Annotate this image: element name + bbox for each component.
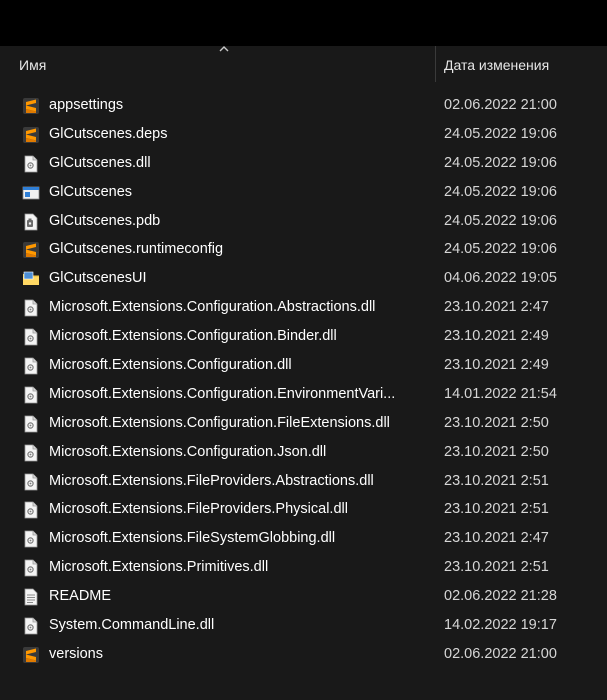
file-date-modified: 02.06.2022 21:00 [444, 645, 557, 662]
file-date-modified: 23.10.2021 2:50 [444, 414, 549, 431]
sublime-icon [22, 97, 40, 115]
sublime-icon [22, 646, 40, 664]
file-date-modified: 24.05.2022 19:06 [444, 241, 557, 258]
file-explorer: Имя Дата изменения appsettings 02.06.2022… [0, 46, 607, 700]
text-file-icon [22, 588, 40, 606]
file-row[interactable]: appsettings 02.06.2022 21:00 [0, 91, 607, 120]
file-date-modified: 24.05.2022 19:06 [444, 183, 557, 200]
file-name: Microsoft.Extensions.Configuration.Envir… [49, 385, 396, 402]
dll-icon [22, 386, 40, 404]
dll-icon [22, 299, 40, 317]
file-row[interactable]: GlCutscenes.pdb 24.05.2022 19:06 [0, 207, 607, 236]
file-row[interactable]: Microsoft.Extensions.Configuration.Abstr… [0, 293, 607, 322]
file-date-modified: 04.06.2022 19:05 [444, 270, 557, 287]
file-row[interactable]: Microsoft.Extensions.Configuration.dll 23… [0, 351, 607, 380]
column-header-name[interactable]: Имя [19, 57, 46, 73]
file-date-modified: 23.10.2021 2:47 [444, 530, 549, 547]
file-name: GlCutscenes [49, 183, 133, 200]
dll-icon [22, 530, 40, 548]
file-date-modified: 23.10.2021 2:47 [444, 299, 549, 316]
file-name: GlCutscenes.runtimeconfig [49, 241, 224, 258]
file-list: appsettings 02.06.2022 21:00 GlCutscenes.… [0, 91, 607, 669]
dll-icon [22, 473, 40, 491]
file-name: README [49, 588, 112, 605]
file-date-modified: 23.10.2021 2:51 [444, 501, 549, 518]
file-row[interactable]: GlCutscenesUI 04.06.2022 19:05 [0, 264, 607, 293]
file-name: Microsoft.Extensions.Primitives.dll [49, 559, 269, 576]
app-folder-icon [22, 270, 40, 288]
file-date-modified: 02.06.2022 21:28 [444, 588, 557, 605]
sublime-icon [22, 126, 40, 144]
dll-icon [22, 357, 40, 375]
file-row[interactable]: Microsoft.Extensions.Configuration.Binde… [0, 322, 607, 351]
column-separator[interactable] [435, 46, 436, 82]
dll-icon [22, 559, 40, 577]
file-row[interactable]: GlCutscenes.dll 24.05.2022 19:06 [0, 149, 607, 178]
file-name: Microsoft.Extensions.FileProviders.Physi… [49, 501, 348, 518]
file-name: GlCutscenesUI [49, 270, 147, 287]
file-date-modified: 23.10.2021 2:49 [444, 357, 549, 374]
file-name: appsettings [49, 97, 124, 113]
file-date-modified: 24.05.2022 19:06 [444, 154, 557, 171]
file-name: Microsoft.Extensions.Configuration.dll [49, 357, 292, 374]
file-name: Microsoft.Extensions.Configuration.Json.… [49, 443, 327, 460]
file-date-modified: 14.02.2022 19:17 [444, 617, 557, 634]
file-row[interactable]: Microsoft.Extensions.Configuration.FileE… [0, 409, 607, 438]
file-row[interactable]: Microsoft.Extensions.Configuration.Envir… [0, 380, 607, 409]
file-name: Microsoft.Extensions.Configuration.Abstr… [49, 299, 376, 316]
file-row[interactable]: GlCutscenes.runtimeconfig 24.05.2022 19:0… [0, 235, 607, 264]
file-name: versions [49, 645, 103, 662]
column-header: Имя Дата изменения [0, 46, 607, 86]
file-name: System.CommandLine.dll [49, 617, 215, 634]
sublime-icon [22, 241, 40, 259]
dll-icon [22, 617, 40, 635]
dll-icon [22, 415, 40, 433]
file-date-modified: 23.10.2021 2:50 [444, 443, 549, 460]
file-row[interactable]: Microsoft.Extensions.FileProviders.Physi… [0, 495, 607, 524]
file-name: GlCutscenes.pdb [49, 212, 161, 229]
file-name: GlCutscenes.deps [49, 125, 168, 142]
file-row[interactable]: Microsoft.Extensions.Configuration.Json.… [0, 438, 607, 467]
exe-icon [22, 184, 40, 202]
dll-icon [22, 328, 40, 346]
pdb-icon [22, 213, 40, 231]
file-row[interactable]: Microsoft.Extensions.Primitives.dll 23.10… [0, 553, 607, 582]
file-name: GlCutscenes.dll [49, 154, 151, 171]
file-date-modified: 14.01.2022 21:54 [444, 385, 557, 402]
dll-icon [22, 155, 40, 173]
file-row[interactable]: GlCutscenes.deps 24.05.2022 19:06 [0, 120, 607, 149]
dll-icon [22, 501, 40, 519]
file-name: Microsoft.Extensions.Configuration.FileE… [49, 414, 390, 431]
file-date-modified: 02.06.2022 21:00 [444, 97, 557, 113]
file-name: Microsoft.Extensions.FileProviders.Abstr… [49, 472, 374, 489]
file-row[interactable]: GlCutscenes 24.05.2022 19:06 [0, 178, 607, 207]
file-date-modified: 24.05.2022 19:06 [444, 212, 557, 229]
file-date-modified: 24.05.2022 19:06 [444, 125, 557, 142]
file-date-modified: 23.10.2021 2:49 [444, 328, 549, 345]
column-header-date[interactable]: Дата изменения [444, 57, 549, 73]
file-name: Microsoft.Extensions.FileSystemGlobbing.… [49, 530, 336, 547]
sort-ascending-icon [219, 46, 229, 52]
file-row[interactable]: Microsoft.Extensions.FileProviders.Abstr… [0, 467, 607, 496]
file-date-modified: 23.10.2021 2:51 [444, 472, 549, 489]
file-row[interactable]: Microsoft.Extensions.FileSystemGlobbing.… [0, 524, 607, 553]
file-row[interactable]: System.CommandLine.dll 14.02.2022 19:17 [0, 611, 607, 640]
dll-icon [22, 444, 40, 462]
file-row[interactable]: versions 02.06.2022 21:00 [0, 640, 607, 669]
file-name: Microsoft.Extensions.Configuration.Binde… [49, 328, 337, 345]
file-date-modified: 23.10.2021 2:51 [444, 559, 549, 576]
file-row[interactable]: README 02.06.2022 21:28 [0, 582, 607, 611]
